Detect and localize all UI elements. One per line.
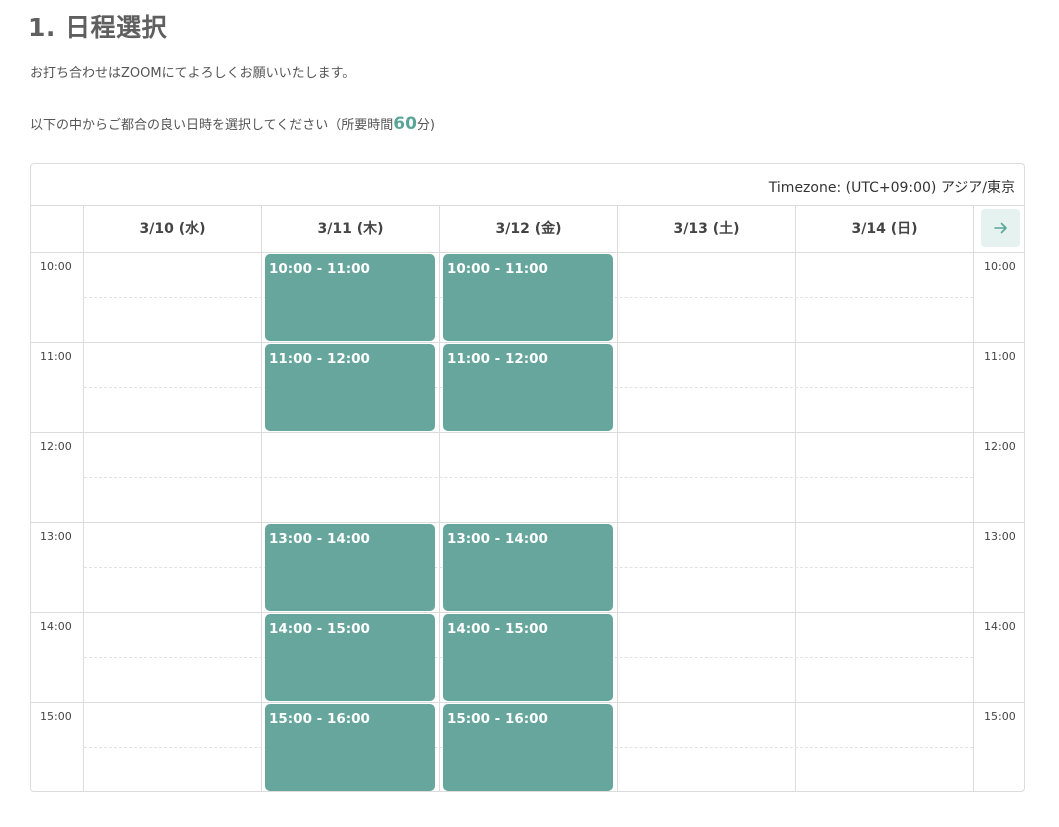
day-header: 3/10 (水): [139, 221, 206, 237]
instruction-suffix: 分): [416, 118, 435, 133]
time-slot-button[interactable]: 13:00 - 14:00: [443, 524, 613, 611]
time-label: 10:00: [984, 260, 1016, 273]
grid-vline: [261, 205, 262, 791]
duration-value: 60: [393, 114, 417, 134]
time-slot-button[interactable]: 15:00 - 16:00: [443, 704, 613, 791]
instruction-text: 以下の中からご都合の良い日時を選択してください（所要時間60分): [30, 114, 435, 134]
next-week-button[interactable]: [981, 209, 1020, 247]
grid-hline: [31, 612, 1024, 613]
scheduling-page: 1. 日程選択 お打ち合わせはZOOMにてよろしくお願いいたします。 以下の中か…: [0, 0, 1059, 827]
time-label: 14:00: [984, 620, 1016, 633]
grid-vline: [83, 205, 84, 791]
time-label: 15:00: [40, 710, 72, 723]
time-slot-button[interactable]: 15:00 - 16:00: [265, 704, 435, 791]
calendar: Timezone: (UTC+09:00) アジア/東京 3/10 (水) 3/…: [30, 163, 1025, 792]
time-slot-button[interactable]: 11:00 - 12:00: [265, 344, 435, 431]
time-slot-button[interactable]: 10:00 - 11:00: [265, 254, 435, 341]
time-slot-button[interactable]: 10:00 - 11:00: [443, 254, 613, 341]
time-label: 12:00: [40, 440, 72, 453]
intro-text: お打ち合わせはZOOMにてよろしくお願いいたします。: [30, 66, 356, 81]
grid-hline: [31, 432, 1024, 433]
half-hour-line: [84, 477, 973, 478]
grid-hline: [31, 342, 1024, 343]
grid-hline: [31, 702, 1024, 703]
time-slot-button[interactable]: 14:00 - 15:00: [265, 614, 435, 701]
grid-vline: [973, 205, 974, 791]
arrow-right-icon: [993, 222, 1007, 234]
grid-vline: [795, 205, 796, 791]
day-header: 3/12 (金): [495, 221, 562, 237]
grid-hline: [31, 252, 1024, 253]
time-slot-button[interactable]: 14:00 - 15:00: [443, 614, 613, 701]
time-label: 12:00: [984, 440, 1016, 453]
day-header: 3/11 (木): [317, 221, 384, 237]
day-header: 3/14 (日): [851, 221, 918, 237]
time-label: 15:00: [984, 710, 1016, 723]
grid-hline: [31, 522, 1024, 523]
timezone-bar: Timezone: (UTC+09:00) アジア/東京: [31, 164, 1024, 206]
instruction-prefix: 以下の中からご都合の良い日時を選択してください（所要時間: [30, 118, 394, 133]
time-label: 10:00: [40, 260, 72, 273]
time-label: 14:00: [40, 620, 72, 633]
timezone-label: Timezone: (UTC+09:00) アジア/東京: [768, 180, 1015, 196]
time-label: 13:00: [40, 530, 72, 543]
time-label: 11:00: [984, 350, 1016, 363]
grid-vline: [439, 205, 440, 791]
day-header: 3/13 (土): [673, 221, 740, 237]
time-slot-button[interactable]: 11:00 - 12:00: [443, 344, 613, 431]
page-title: 1. 日程選択: [28, 13, 168, 42]
time-label: 11:00: [40, 350, 72, 363]
time-slot-button[interactable]: 13:00 - 14:00: [265, 524, 435, 611]
time-label: 13:00: [984, 530, 1016, 543]
grid-vline: [617, 205, 618, 791]
